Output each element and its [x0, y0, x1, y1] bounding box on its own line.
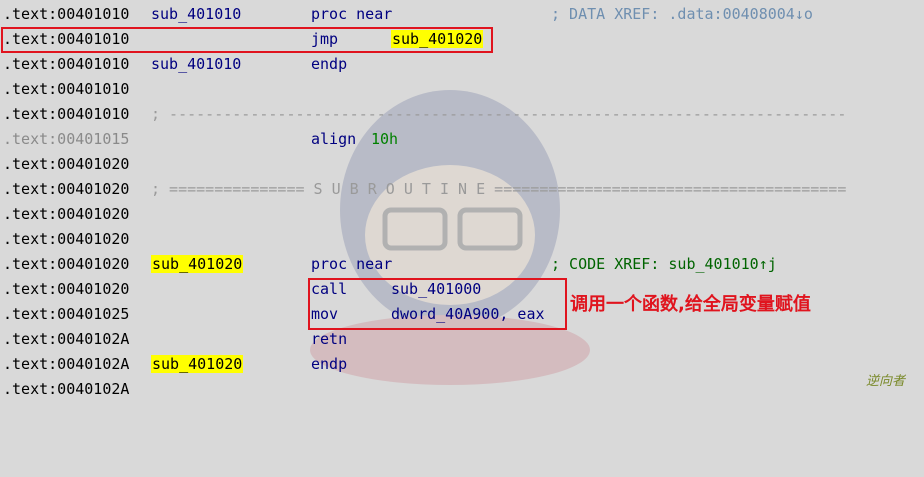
code-line[interactable]: .text:00401020 — [0, 152, 129, 177]
operand: 10h — [371, 130, 399, 148]
code-line[interactable]: .text:00401015 align 10h — [0, 127, 398, 152]
address: .text:0040102A — [3, 330, 130, 348]
code-line[interactable]: .text:00401020 ; =============== S U B R… — [0, 177, 846, 202]
mnemonic: endp — [311, 355, 348, 373]
xref-comment[interactable]: ; CODE XREF: sub_401010↑j — [551, 252, 777, 277]
code-line[interactable]: .text:0040102A retn — [0, 327, 347, 352]
address: .text:00401015 — [3, 130, 130, 148]
mnemonic: endp — [311, 55, 348, 73]
function-label[interactable]: sub_401010 — [151, 2, 241, 27]
code-line[interactable]: .text:00401010 ; -----------------------… — [0, 102, 846, 127]
annotation-text: 调用一个函数,给全局变量赋值 — [570, 294, 811, 315]
code-line[interactable]: .text:0040102A sub_401020 endp — [0, 352, 347, 377]
address: .text:00401010 — [3, 5, 130, 23]
highlighted-symbol[interactable]: sub_401020 — [151, 355, 244, 373]
address: .text:00401020 — [3, 280, 130, 298]
mnemonic: align — [311, 130, 357, 148]
address: .text:00401020 — [3, 255, 130, 273]
code-line[interactable]: .text:00401020 — [0, 202, 129, 227]
mnemonic: proc near — [311, 255, 393, 273]
address: .text:00401020 — [3, 155, 130, 173]
code-line[interactable]: .text:00401010 — [0, 77, 129, 102]
highlight-box — [1, 27, 493, 53]
subroutine-separator: ; =============== S U B R O U T I N E ==… — [151, 180, 847, 198]
address: .text:00401020 — [3, 180, 130, 198]
highlight-box — [308, 278, 567, 330]
code-line[interactable]: .text:00401020 sub_401020 proc near ; CO… — [0, 252, 777, 277]
separator-comment: ; --------------------------------------… — [151, 105, 847, 123]
watermark: 逆向者 — [866, 374, 906, 389]
code-line[interactable]: .text:00401020 — [0, 227, 129, 252]
mnemonic: retn — [311, 330, 348, 348]
function-label[interactable]: sub_401010 — [151, 52, 241, 77]
disassembly-listing[interactable]: .text:00401010 sub_401010 proc near ; DA… — [0, 0, 924, 401]
xref-comment[interactable]: ; DATA XREF: .data:00408004↓o — [551, 2, 813, 27]
address: .text:00401010 — [3, 55, 130, 73]
address: .text:00401010 — [3, 105, 130, 123]
address: .text:00401020 — [3, 230, 130, 248]
mnemonic: proc near — [311, 5, 393, 23]
code-line[interactable]: .text:00401025 mov dword_40A900, eax — [0, 302, 545, 327]
code-line[interactable]: .text:0040102A — [0, 377, 129, 402]
address: .text:0040102A — [3, 380, 130, 398]
code-line[interactable]: .text:00401020 call sub_401000 — [0, 277, 481, 302]
address: .text:0040102A — [3, 355, 130, 373]
code-line[interactable]: .text:00401010 sub_401010 endp — [0, 52, 347, 77]
highlighted-symbol[interactable]: sub_401020 — [151, 255, 244, 273]
address: .text:00401025 — [3, 305, 130, 323]
address: .text:00401010 — [3, 80, 130, 98]
code-line[interactable]: .text:00401010 sub_401010 proc near ; DA… — [0, 2, 813, 27]
address: .text:00401020 — [3, 205, 130, 223]
function-label[interactable]: sub_401020 — [151, 252, 244, 277]
function-label[interactable]: sub_401020 — [151, 352, 244, 377]
